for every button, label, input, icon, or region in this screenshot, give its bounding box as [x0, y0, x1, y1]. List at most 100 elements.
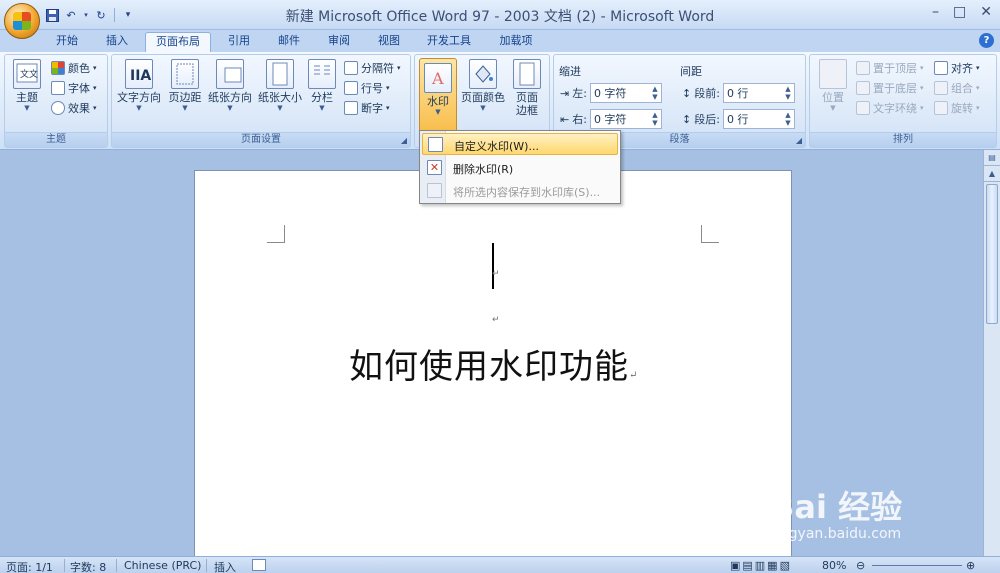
tab-view[interactable]: 视图 [368, 32, 410, 52]
minimize-button[interactable]: – [932, 4, 939, 20]
zoom-slider[interactable] [872, 565, 962, 566]
theme-group-label: 主题 [5, 132, 107, 147]
ruler-toggle-icon[interactable]: ▤ [984, 150, 1000, 166]
spacing-after-row: ↕ 段后: 0 行 ▲ ▼ [682, 109, 795, 129]
status-language[interactable]: Chinese (PRC) [124, 559, 201, 572]
dialog-launcher-icon[interactable]: ◢ [796, 136, 802, 145]
office-button[interactable] [4, 3, 40, 39]
office-logo-icon [13, 12, 31, 30]
status-word-count[interactable]: 字数: 8 [70, 559, 106, 573]
document-body-text[interactable]: 如何使用水印功能↵ [349, 339, 638, 388]
custom-watermark-item[interactable]: 自定义水印(W)... [422, 133, 618, 155]
baidu-jingyan-watermark: Bai 经验 jingyan.baidu.com [770, 470, 970, 550]
text-wrap-icon [856, 101, 870, 115]
vertical-scrollbar[interactable]: ▤ ▲ [983, 150, 1000, 556]
paint-bucket-icon [469, 59, 497, 89]
effects-icon [51, 101, 65, 115]
themes-button[interactable]: 文文 主题 ▼ [9, 59, 45, 112]
watermark-button[interactable]: A 水印 ▼ [419, 58, 457, 134]
palette-icon [51, 61, 65, 75]
indent-right-input[interactable]: 0 字符 ▲ ▼ [589, 109, 662, 129]
zoom-out-icon[interactable]: ⊖ [856, 559, 865, 572]
line-numbers-button[interactable]: 行号 ▾ [344, 79, 390, 97]
spacing-after-input[interactable]: 0 行 ▲ ▼ [722, 109, 795, 129]
bring-to-front-button[interactable]: 置于顶层 ▾ [856, 59, 924, 77]
watermark-icon: A [424, 63, 452, 93]
window-controls: – □ ✕ [932, 4, 992, 20]
spinner-arrows-icon[interactable]: ▲ ▼ [783, 111, 793, 127]
group-icon [934, 81, 948, 95]
theme-colors-button[interactable]: 颜色 ▾ [51, 59, 97, 77]
spacing-after-icon: ↕ [682, 112, 692, 126]
arrange-group-label: 排列 [810, 132, 996, 147]
position-icon [819, 59, 847, 89]
theme-effects-button[interactable]: 效果 ▾ [51, 99, 97, 117]
size-button[interactable]: 纸张大小 ▼ [256, 59, 304, 112]
rotate-button[interactable]: 旋转 ▾ [934, 99, 980, 117]
page-setup-group: IIA 文字方向 ▼ 页边距 ▼ 纸张方向 ▼ 纸张大小 ▼ 分栏 ▼ 分隔符 ▾ [111, 54, 411, 148]
zoom-level[interactable]: 80% [822, 559, 846, 572]
watermark-dropdown-menu: 自定义水印(W)... ✕ 删除水印(R) 将所选内容保存到水印库(S)... [419, 130, 621, 204]
rotate-icon [934, 101, 948, 115]
text-wrap-button[interactable]: 文字环绕 ▾ [856, 99, 924, 117]
spinner-arrows-icon[interactable]: ▲ ▼ [783, 85, 793, 101]
window-title: 新建 Microsoft Office Word 97 - 2003 文档 (2… [285, 9, 715, 25]
tab-mailings[interactable]: 邮件 [268, 32, 310, 52]
remove-watermark-icon: ✕ [427, 160, 442, 175]
indent-title: 缩进 [559, 65, 581, 78]
help-icon[interactable]: ? [979, 33, 994, 48]
group-button[interactable]: 组合 ▾ [934, 79, 980, 97]
columns-icon [308, 59, 336, 89]
status-insert-mode[interactable]: 插入 [214, 559, 236, 573]
maximize-button[interactable]: □ [953, 4, 966, 20]
spacing-title: 间距 [680, 65, 702, 78]
text-direction-button[interactable]: IIA 文字方向 ▼ [114, 59, 164, 112]
text-direction-icon: IIA [125, 59, 153, 89]
save-to-watermark-gallery-item[interactable]: 将所选内容保存到水印库(S)... [422, 180, 618, 202]
close-button[interactable]: ✕ [980, 4, 992, 20]
remove-watermark-item[interactable]: ✕ 删除水印(R) [422, 157, 618, 179]
indent-left-input[interactable]: 0 字符 ▲ ▼ [589, 83, 662, 103]
breaks-icon [344, 61, 358, 75]
zoom-in-icon[interactable]: ⊕ [966, 559, 975, 572]
breaks-button[interactable]: 分隔符 ▾ [344, 59, 401, 77]
dialog-launcher-icon[interactable]: ◢ [401, 136, 407, 145]
spacing-before-input[interactable]: 0 行 ▲ ▼ [722, 83, 795, 103]
chevron-down-icon: ▼ [24, 104, 30, 112]
indent-left-row: ⇥ 左: 0 字符 ▲ ▼ [560, 83, 662, 103]
margins-button[interactable]: 页边距 ▼ [166, 59, 204, 112]
tab-developer[interactable]: 开发工具 [418, 32, 480, 52]
tab-references[interactable]: 引用 [218, 32, 260, 52]
spinner-arrows-icon[interactable]: ▲ ▼ [650, 111, 660, 127]
orientation-button[interactable]: 纸张方向 ▼ [206, 59, 254, 112]
tab-page-layout[interactable]: 页面布局 [145, 32, 211, 52]
theme-group: 文文 主题 ▼ 颜色 ▾ 字体 ▾ 效果 ▾ 主题 [4, 54, 108, 148]
tab-home[interactable]: 开始 [48, 32, 86, 52]
arrange-group: 位置 ▼ 置于顶层 ▾ 置于底层 ▾ 文字环绕 ▾ 对齐 ▾ 组合 ▾ 旋转 ▾ 排列 [809, 54, 997, 148]
columns-button[interactable]: 分栏 ▼ [306, 59, 338, 112]
hyphenation-button[interactable]: 断字 ▾ [344, 99, 390, 117]
indent-left-icon: ⇥ [560, 86, 570, 100]
macro-record-icon[interactable] [252, 559, 266, 571]
spinner-arrows-icon[interactable]: ▲ ▼ [650, 85, 660, 101]
orientation-icon [216, 59, 244, 89]
page-borders-button[interactable]: 页面 边框 [509, 59, 545, 117]
page-color-button[interactable]: 页面颜色 ▼ [459, 59, 507, 112]
scroll-up-icon[interactable]: ▲ [984, 166, 1000, 182]
view-buttons[interactable]: ▣▤▥▦▧ [730, 559, 792, 572]
send-to-back-button[interactable]: 置于底层 ▾ [856, 79, 924, 97]
scroll-thumb[interactable] [986, 184, 998, 324]
align-button[interactable]: 对齐 ▾ [934, 59, 980, 77]
baidu-url: jingyan.baidu.com [772, 526, 902, 542]
document-page[interactable]: ↵ ↵ 如何使用水印功能↵ [194, 170, 792, 570]
title-bar: ↶ ▾ ↻ ▾ 新建 Microsoft Office Word 97 - 20… [0, 0, 1000, 39]
theme-fonts-button[interactable]: 字体 ▾ [51, 79, 97, 97]
bring-front-icon [856, 61, 870, 75]
page-setup-group-label: 页面设置 [112, 132, 410, 147]
tab-addins[interactable]: 加载项 [488, 32, 544, 52]
tab-insert[interactable]: 插入 [96, 32, 138, 52]
paragraph-mark: ↵ [492, 315, 500, 325]
tab-review[interactable]: 审阅 [318, 32, 360, 52]
position-button[interactable]: 位置 ▼ [814, 59, 852, 112]
status-page[interactable]: 页面: 1/1 [6, 559, 53, 573]
